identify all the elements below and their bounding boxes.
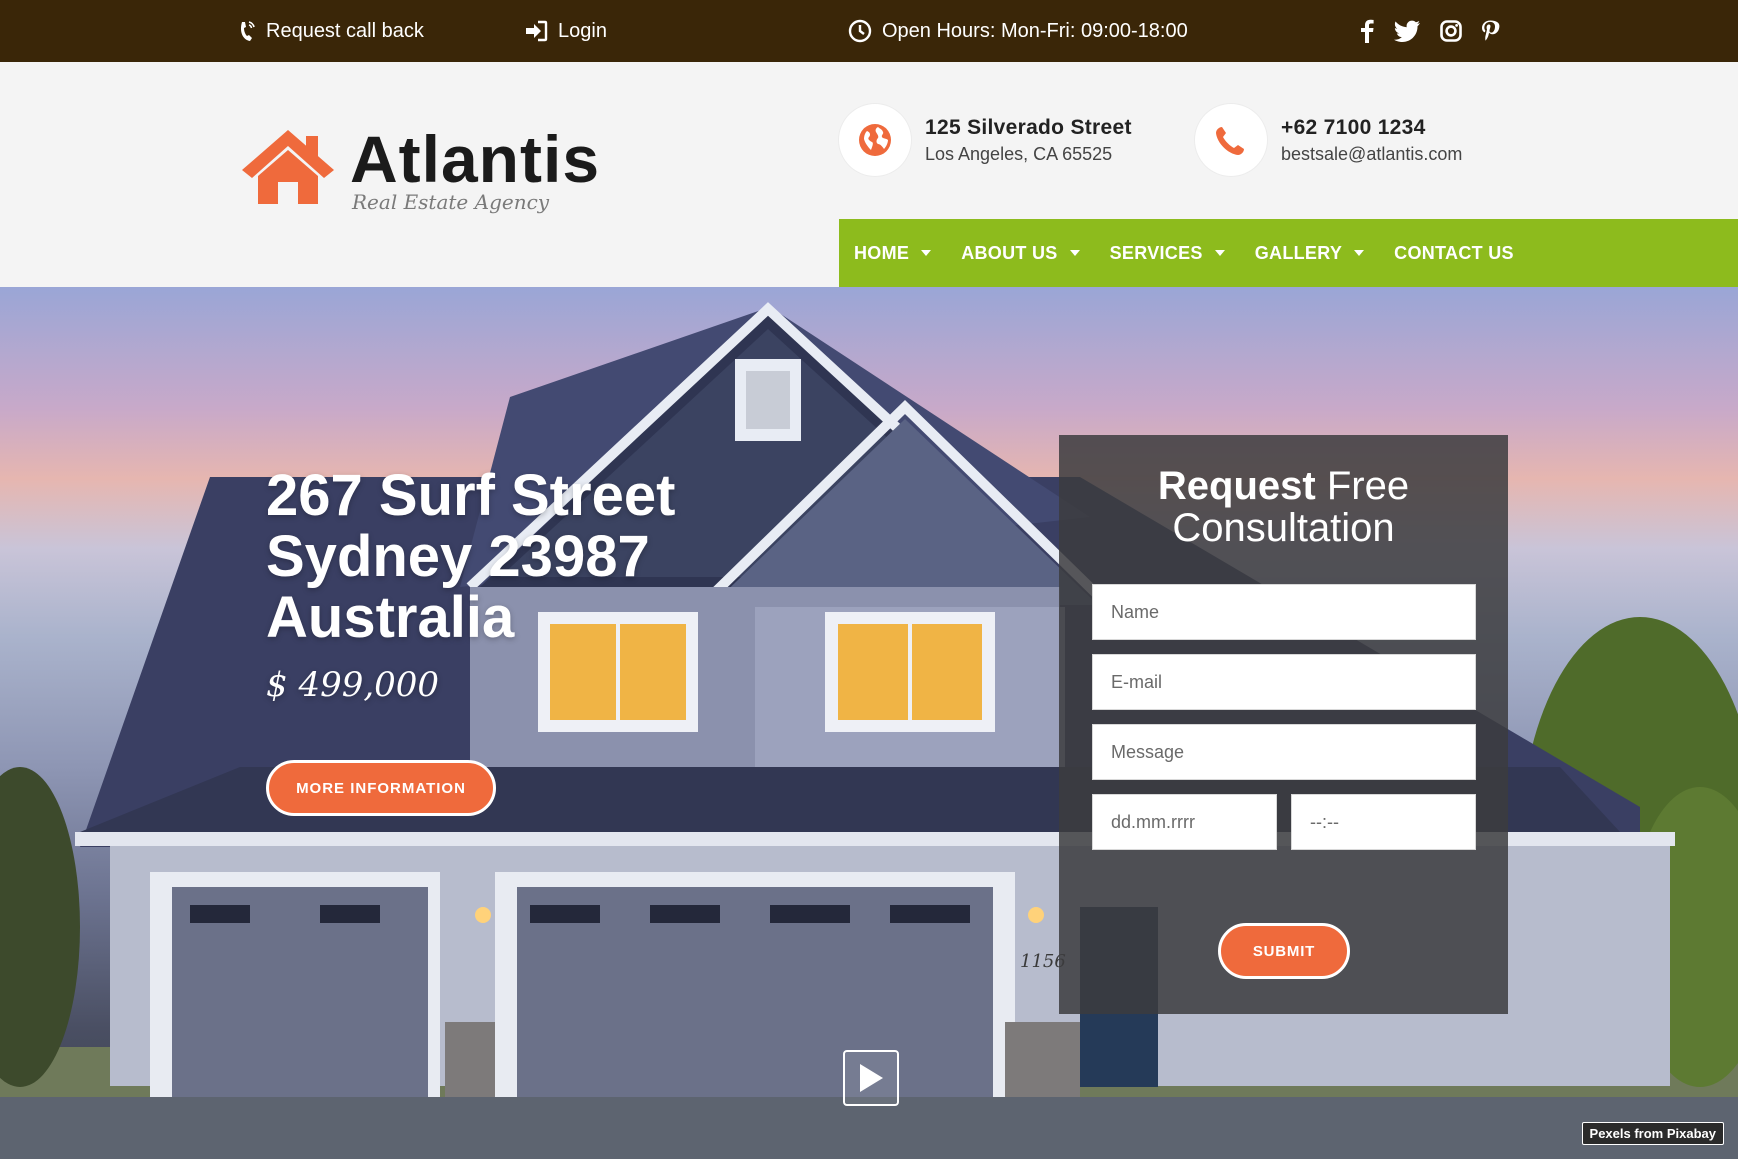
- login-label: Login: [558, 19, 607, 42]
- instagram-icon[interactable]: [1440, 20, 1462, 42]
- phone-number[interactable]: +62 7100 1234: [1281, 116, 1462, 140]
- time-placeholder: --:--: [1310, 811, 1339, 832]
- play-icon: [860, 1064, 883, 1092]
- name-placeholder: Name: [1111, 601, 1160, 622]
- address-icon-circle: [839, 104, 911, 176]
- message-input[interactable]: Message: [1092, 724, 1476, 780]
- phone-ring-icon: [240, 21, 255, 41]
- site-header: Atlantis Real Estate Agency 125 Silverad…: [0, 62, 1738, 287]
- facebook-icon[interactable]: [1360, 19, 1374, 43]
- form-title-light2: Consultation: [1172, 506, 1395, 550]
- open-hours: Open Hours: Mon-Fri: 09:00-18:00: [848, 0, 1188, 62]
- nav-about-us[interactable]: ABOUT US: [961, 242, 1080, 264]
- message-placeholder: Message: [1111, 741, 1185, 762]
- hero-title: 267 Surf Street Sydney 23987 Australia: [266, 465, 866, 648]
- caret-down-icon: [1214, 250, 1225, 256]
- hero-title-line3: Australia: [266, 585, 515, 650]
- nav-gallery[interactable]: GALLERY: [1254, 242, 1365, 264]
- address-block: 125 Silverado Street Los Angeles, CA 655…: [839, 104, 1132, 176]
- logo[interactable]: Atlantis Real Estate Agency: [240, 124, 600, 214]
- request-call-link[interactable]: Request call back: [238, 0, 424, 62]
- more-information-button[interactable]: MORE INFORMATION: [266, 760, 496, 816]
- date-placeholder: dd.mm.rrrr: [1111, 811, 1195, 832]
- email-address[interactable]: bestsale@atlantis.com: [1281, 144, 1462, 165]
- caret-down-icon: [921, 250, 932, 256]
- top-bar: Request call back Login Open Hours: Mon-…: [0, 0, 1738, 62]
- phone-icon: [1216, 127, 1244, 155]
- nav-gallery-label: GALLERY: [1254, 242, 1343, 263]
- clock-icon: [848, 19, 872, 43]
- date-input[interactable]: dd.mm.rrrr: [1092, 794, 1277, 850]
- open-hours-text: Open Hours: Mon-Fri: 09:00-18:00: [882, 19, 1188, 42]
- play-video-button[interactable]: [843, 1050, 899, 1106]
- brand-name: Atlantis: [350, 122, 601, 196]
- phone-block: +62 7100 1234 bestsale@atlantis.com: [1195, 104, 1462, 176]
- social-links: [1360, 0, 1500, 62]
- nav-contact-us[interactable]: CONTACT US: [1394, 243, 1514, 264]
- hero-price: $ 499,000: [266, 665, 440, 705]
- nav-home[interactable]: HOME: [854, 242, 932, 264]
- twitter-icon[interactable]: [1394, 20, 1420, 42]
- email-placeholder: E-mail: [1111, 671, 1163, 692]
- photo-credit: Pexels from Pixabay: [1581, 1122, 1724, 1145]
- time-input[interactable]: --:--: [1291, 794, 1476, 850]
- login-link[interactable]: Login: [524, 0, 607, 62]
- form-title-light1: Free: [1326, 464, 1410, 508]
- caret-down-icon: [1354, 250, 1365, 256]
- form-title: Request Free Consultation: [1059, 465, 1508, 549]
- pinterest-icon[interactable]: [1482, 19, 1500, 43]
- hero-title-line1: 267 Surf Street: [266, 463, 676, 528]
- house-logo-icon: [242, 130, 334, 204]
- phone-icon-circle: [1195, 104, 1267, 176]
- hero-title-line2: Sydney 23987: [266, 524, 650, 589]
- nav-services-label: SERVICES: [1109, 242, 1203, 263]
- nav-about-label: ABOUT US: [961, 242, 1058, 263]
- main-nav: HOME ABOUT US SERVICES GALLERY CONTACT U…: [839, 219, 1738, 287]
- email-input[interactable]: E-mail: [1092, 654, 1476, 710]
- caret-down-icon: [1069, 250, 1080, 256]
- globe-icon: [859, 124, 891, 156]
- nav-services[interactable]: SERVICES: [1110, 243, 1225, 264]
- address-line2: Los Angeles, CA 65525: [925, 143, 1113, 164]
- consultation-form: Request Free Consultation Name E-mail Me…: [1059, 435, 1508, 1014]
- brand: Atlantis Real Estate Agency: [350, 124, 600, 214]
- sign-in-icon: [526, 20, 548, 42]
- hero-section: 1156 267 Surf Street Sydney 23987 Austra…: [0, 287, 1738, 1159]
- address-line1: 125 Silverado Street: [925, 115, 1132, 139]
- request-call-label: Request call back: [266, 19, 424, 42]
- name-input[interactable]: Name: [1092, 584, 1476, 640]
- nav-home-label: HOME: [854, 242, 910, 263]
- nav-contact-label: CONTACT US: [1394, 242, 1514, 263]
- form-title-bold: Request: [1157, 464, 1316, 508]
- submit-button[interactable]: SUBMIT: [1218, 923, 1350, 979]
